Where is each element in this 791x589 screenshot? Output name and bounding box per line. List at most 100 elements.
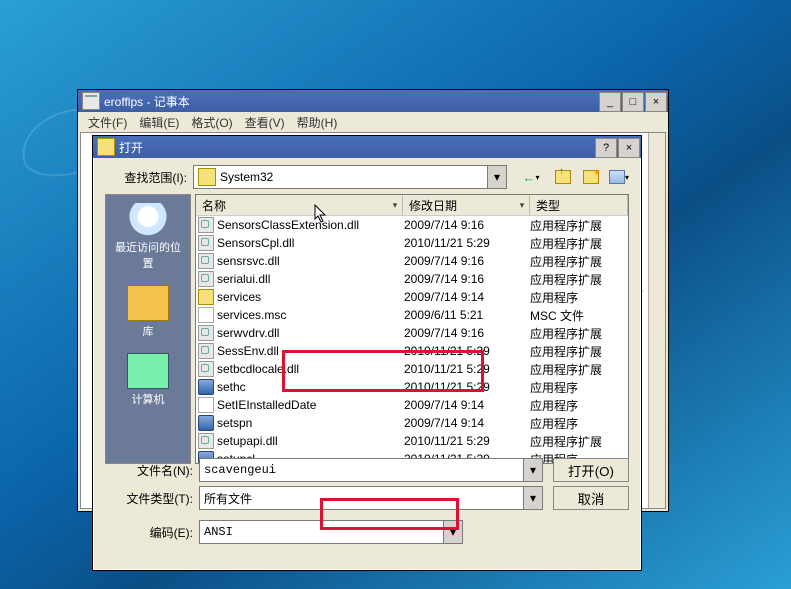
file-date: 2009/7/14 9:14 (398, 398, 524, 412)
file-row[interactable]: services2009/7/14 9:14应用程序 (196, 288, 628, 306)
annotation-highlight (320, 498, 459, 530)
file-date: 2009/7/14 9:16 (398, 272, 524, 286)
annotation-highlight (282, 350, 484, 392)
cancel-button[interactable]: 取消 (553, 486, 629, 510)
file-date: 2009/7/14 9:16 (398, 254, 524, 268)
file-type: 应用程序扩展 (524, 343, 628, 360)
menu-format[interactable]: 格式(O) (187, 112, 236, 133)
menu-help[interactable]: 帮助(H) (293, 112, 342, 133)
file-date: 2009/7/14 9:14 (398, 416, 524, 430)
file-row[interactable]: serialui.dll 2009/7/14 9:16应用程序扩展 (196, 270, 628, 288)
close-button[interactable]: × (645, 92, 667, 112)
file-row[interactable]: SensorsCpl.dll 2010/11/21 5:29应用程序扩展 (196, 234, 628, 252)
file-type: 应用程序 (524, 415, 628, 432)
file-type: 应用程序扩展 (524, 235, 628, 252)
open-button[interactable]: 打开(O) (553, 458, 629, 482)
filename-label: 文件名(N): (109, 462, 199, 479)
menu-edit[interactable]: 编辑(E) (135, 112, 183, 133)
file-icon (198, 433, 214, 449)
open-folder-icon (97, 138, 115, 156)
cursor-icon (314, 204, 328, 224)
maximize-button[interactable]: □ (622, 92, 644, 112)
computer-icon (127, 353, 169, 389)
file-list[interactable]: 名称▾ 修改日期▾ 类型 SensorsClassExtension.dll20… (195, 194, 629, 464)
place-label: 库 (143, 323, 154, 339)
column-name[interactable]: 名称▾ (196, 195, 403, 215)
scrollbar[interactable] (648, 133, 665, 508)
recent-icon (128, 203, 168, 237)
file-name: services (217, 290, 261, 304)
notepad-title: erofflps - 记事本 (104, 93, 599, 110)
file-icon (198, 253, 214, 269)
file-row[interactable]: SetIEInstalledDate2009/7/14 9:14应用程序 (196, 396, 628, 414)
file-icon (198, 361, 214, 377)
file-type: 应用程序扩展 (524, 325, 628, 342)
file-type: 应用程序 (524, 379, 628, 396)
file-type: 应用程序 (524, 289, 628, 306)
file-row[interactable]: SensorsClassExtension.dll2009/7/14 9:16应… (196, 216, 628, 234)
file-icon (198, 325, 214, 341)
file-name: setspn (217, 416, 252, 430)
notepad-titlebar[interactable]: erofflps - 记事本 _ □ × (78, 90, 668, 112)
file-type: 应用程序扩展 (524, 217, 628, 234)
menu-file[interactable]: 文件(F) (84, 112, 131, 133)
file-date: 2009/7/14 9:16 (398, 326, 524, 340)
notepad-icon (82, 92, 100, 110)
open-dialog-title: 打开 (119, 139, 595, 156)
dialog-close-button[interactable]: × (618, 138, 640, 158)
file-type: MSC 文件 (524, 307, 628, 324)
file-type: 应用程序扩展 (524, 361, 628, 378)
place-libraries[interactable]: 库 (106, 285, 190, 339)
file-icon (198, 379, 214, 395)
encoding-label: 编码(E): (109, 524, 199, 541)
file-name: serialui.dll (217, 272, 270, 286)
encoding-value: ANSI (204, 525, 233, 539)
file-icon (198, 397, 214, 413)
file-row[interactable]: sensrsvc.dll2009/7/14 9:16应用程序扩展 (196, 252, 628, 270)
file-name: sethc (217, 380, 246, 394)
file-date: 2010/11/21 5:29 (398, 236, 524, 250)
file-icon (198, 415, 214, 431)
open-dialog-titlebar[interactable]: 打开 ? × (93, 136, 641, 158)
chevron-down-icon[interactable]: ▾ (523, 459, 542, 481)
back-button[interactable]: ←▾ (515, 165, 547, 189)
lookin-combo[interactable]: System32 ▾ (193, 165, 507, 189)
filetype-label: 文件类型(T): (109, 490, 199, 507)
dialog-help-button[interactable]: ? (595, 138, 617, 158)
file-row[interactable]: setspn 2009/7/14 9:14应用程序 (196, 414, 628, 432)
minimize-button[interactable]: _ (599, 92, 621, 112)
file-date: 2009/6/11 5:21 (398, 308, 524, 322)
menu-view[interactable]: 查看(V) (241, 112, 289, 133)
file-type: 应用程序扩展 (524, 433, 628, 450)
chevron-down-icon: ▾ (388, 195, 402, 215)
library-icon (127, 285, 169, 321)
file-row[interactable]: services.msc2009/6/11 5:21MSC 文件 (196, 306, 628, 324)
filetype-value: 所有文件 (204, 490, 252, 507)
chevron-down-icon[interactable]: ▾ (523, 487, 542, 509)
place-label: 最近访问的位 置 (115, 239, 181, 271)
file-row[interactable]: setupapi.dll2010/11/21 5:29应用程序扩展 (196, 432, 628, 450)
file-type: 应用程序扩展 (524, 271, 628, 288)
chevron-down-icon: ▾ (515, 195, 529, 215)
up-button[interactable]: ↑ (551, 165, 575, 189)
column-date[interactable]: 修改日期▾ (403, 195, 530, 215)
file-type: 应用程序扩展 (524, 253, 628, 270)
file-name: SensorsCpl.dll (217, 236, 294, 250)
filename-value: scavengeui (204, 463, 276, 477)
file-icon (198, 289, 214, 305)
file-icon (198, 271, 214, 287)
chevron-down-icon[interactable]: ▾ (487, 166, 506, 188)
place-recent[interactable]: 最近访问的位 置 (106, 203, 190, 271)
place-label: 计算机 (132, 391, 165, 407)
place-computer[interactable]: 计算机 (106, 353, 190, 407)
file-icon (198, 217, 214, 233)
file-row[interactable]: serwvdrv.dll 2009/7/14 9:16应用程序扩展 (196, 324, 628, 342)
new-folder-button[interactable]: ✦ (579, 165, 603, 189)
views-button[interactable]: ▾ (607, 165, 631, 189)
column-type[interactable]: 类型 (530, 195, 628, 215)
filename-input[interactable]: scavengeui ▾ (199, 458, 543, 482)
file-name: SensorsClassExtension.dll (217, 218, 359, 232)
file-name: serwvdrv.dll (217, 326, 279, 340)
file-icon (198, 235, 214, 251)
file-icon (198, 307, 214, 323)
